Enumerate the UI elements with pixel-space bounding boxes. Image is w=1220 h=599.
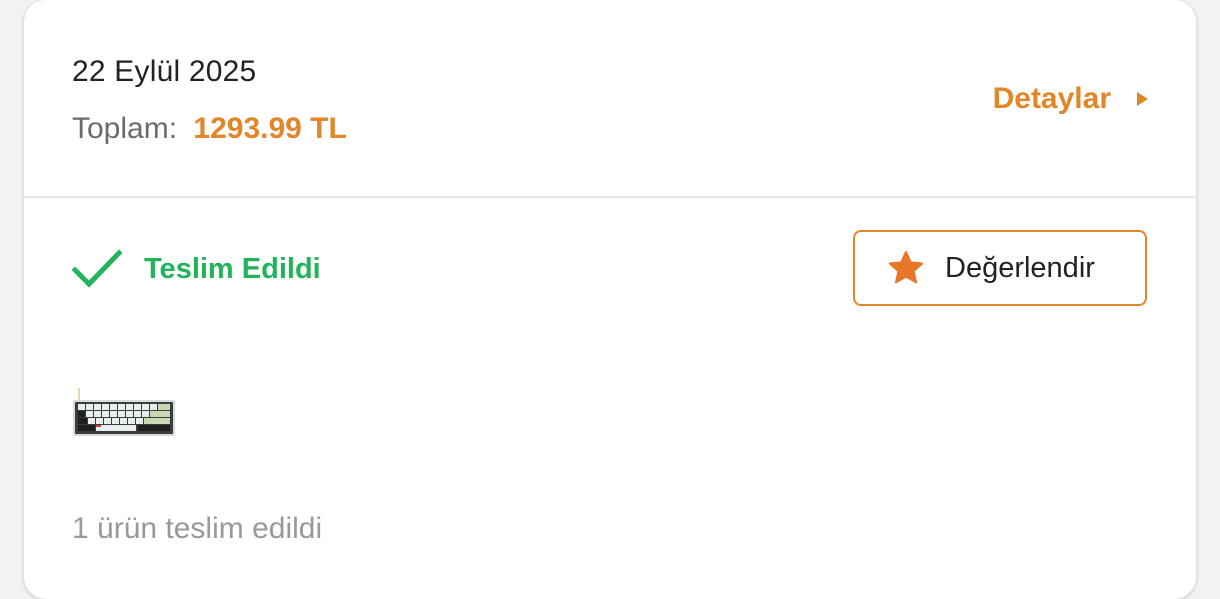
details-link[interactable]: Detaylar	[993, 82, 1148, 116]
status-label: Teslim Edildi	[144, 252, 321, 285]
order-date: 22 Eylül 2025	[72, 55, 257, 88]
total-label: Toplam:	[72, 112, 178, 145]
product-thumbnail[interactable]	[72, 386, 176, 438]
rate-button[interactable]: Değerlendir	[853, 230, 1147, 306]
order-header: 22 Eylül 2025 Toplam: 1293.99 TL Detayla…	[24, 0, 1196, 198]
delivery-status: Teslim Edildi	[72, 248, 321, 290]
details-label[interactable]: Detaylar	[993, 82, 1111, 116]
rate-button-label[interactable]: Değerlendir	[945, 252, 1095, 285]
order-card[interactable]: 22 Eylül 2025 Toplam: 1293.99 TL Detayla…	[24, 0, 1196, 599]
delivered-count: 1 ürün teslim edildi	[72, 512, 323, 545]
check-icon	[72, 249, 122, 288]
order-total: Toplam: 1293.99 TL	[72, 112, 347, 146]
star-icon	[888, 250, 924, 284]
caret-right-icon[interactable]	[1137, 92, 1148, 106]
total-value: 1293.99 TL	[193, 112, 347, 145]
